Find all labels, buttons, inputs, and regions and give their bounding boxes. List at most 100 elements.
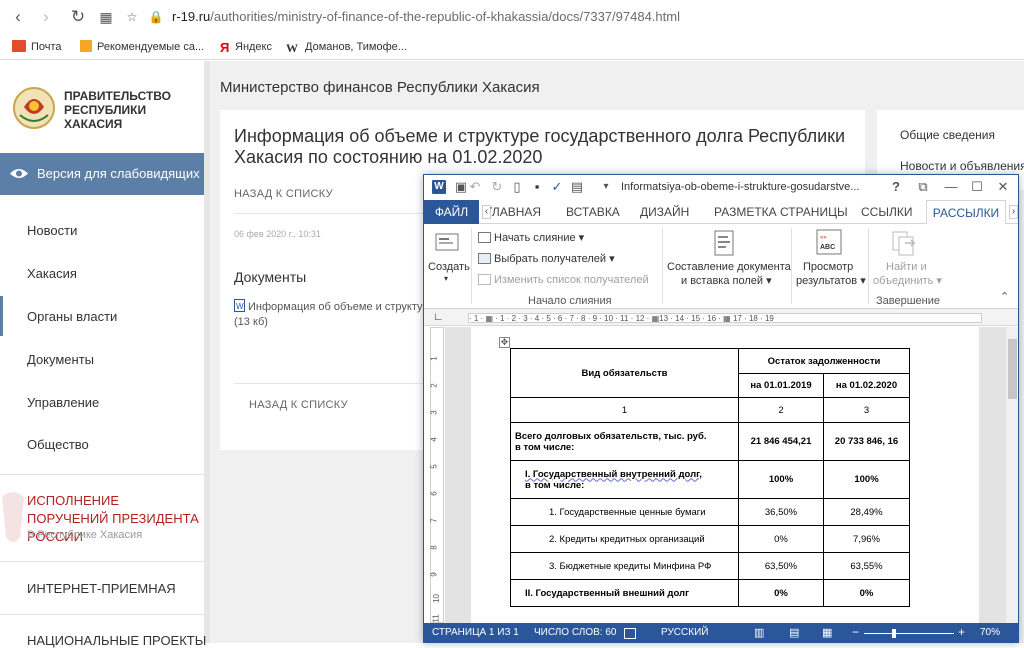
envelope-create-icon xyxy=(435,233,459,251)
create-button[interactable]: Создать xyxy=(428,261,470,273)
read-mode-icon[interactable]: ▥ xyxy=(754,626,764,639)
floppy-save-icon[interactable]: ▪ xyxy=(530,180,544,194)
forward-icon[interactable]: › xyxy=(36,7,56,27)
document-link[interactable]: W Информация об объеме и структу (13 кб) xyxy=(234,299,434,330)
back-icon[interactable]: ‹ xyxy=(8,7,28,27)
table-move-handle-icon[interactable]: ✥ xyxy=(499,337,510,348)
num-cell: 1 xyxy=(510,397,739,423)
sidebar-item-management[interactable]: Управление xyxy=(27,395,99,410)
header-kind: Вид обязательств xyxy=(510,348,739,398)
ribbon-separator xyxy=(791,228,792,304)
tab-home[interactable]: ГЛАВНАЯ xyxy=(490,205,545,219)
compose-button-line1[interactable]: Составление документа xyxy=(667,261,791,273)
compose-button-line2[interactable]: и вставка полей ▾ xyxy=(681,274,772,287)
back-to-list-link[interactable]: НАЗАД К СПИСКУ xyxy=(234,188,333,200)
right-menu-news[interactable]: Новости и объявления xyxy=(900,159,1024,173)
url-path: /authorities/ministry-of-finance-of-the-… xyxy=(210,9,680,24)
minimize-button[interactable]: — xyxy=(944,180,958,194)
edit-recipients-button[interactable]: Изменить список получателей xyxy=(478,274,649,286)
start-merge-icon xyxy=(478,232,491,243)
print-layout-icon[interactable]: ▤ xyxy=(789,626,799,639)
proofing-icon[interactable] xyxy=(624,628,636,639)
bookmark-yandex[interactable]: Я Яндекс xyxy=(220,39,272,55)
document-size: (13 кб) xyxy=(234,316,268,328)
president-orders-sub: В Республике Хакасия xyxy=(27,529,143,541)
vertical-scrollbar[interactable] xyxy=(1006,327,1018,623)
tab-insert[interactable]: ВСТАВКА xyxy=(566,205,620,219)
divider xyxy=(0,614,204,615)
row-label: II. Государственный внешний долг xyxy=(510,579,739,607)
row-label: 1. Государственные ценные бумаги xyxy=(510,498,739,526)
check-spelling-icon[interactable]: ✓ xyxy=(550,180,564,194)
status-zoom[interactable]: 70% xyxy=(980,627,1000,638)
coat-of-arms-icon[interactable] xyxy=(12,85,56,131)
ribbon-display-button[interactable]: ⧉ xyxy=(916,180,930,194)
reload-icon[interactable]: ↻ xyxy=(68,7,88,27)
logo-text[interactable]: ПРАВИТЕЛЬСТВО РЕСПУБЛИКИ ХАКАСИЯ xyxy=(64,89,194,131)
ribbon-separator xyxy=(471,228,472,304)
header-date-2: на 01.02.2020 xyxy=(823,373,910,398)
bookmark-domanov[interactable]: W Доманов, Тимофе... xyxy=(286,39,407,55)
address-bar[interactable]: r-19.ru/authorities/ministry-of-finance-… xyxy=(172,9,680,24)
collapse-ribbon-icon[interactable]: ⌃ xyxy=(1000,290,1009,303)
new-document-icon[interactable]: ▯ xyxy=(510,180,524,194)
tab-layout[interactable]: РАЗМЕТКА СТРАНИЦЫ xyxy=(714,205,848,219)
undo-icon[interactable]: ↶ xyxy=(468,180,482,194)
word-file-icon: W xyxy=(234,299,245,312)
web-layout-icon[interactable]: ▦ xyxy=(822,626,832,639)
accessible-version-button[interactable]: Версия для слабовидящих xyxy=(0,153,204,195)
group-finish: Завершение xyxy=(876,295,940,307)
lock-icon[interactable]: 🔒 xyxy=(146,7,166,27)
status-word-count[interactable]: ЧИСЛО СЛОВ: 60 xyxy=(534,627,616,638)
internet-reception-link[interactable]: ИНТЕРНЕТ-ПРИЕМНАЯ xyxy=(27,581,176,596)
save-icon[interactable]: ▣ xyxy=(454,180,468,194)
national-projects-link[interactable]: НАЦИОНАЛЬНЫЕ ПРОЕКТЫ xyxy=(27,633,206,648)
right-menu-general-info[interactable]: Общие сведения xyxy=(900,128,995,142)
scrollbar-thumb[interactable] xyxy=(1008,339,1017,399)
help-button[interactable]: ? xyxy=(889,180,903,194)
bookmark-recommended[interactable]: Рекомендуемые са... xyxy=(80,39,204,55)
ruler-scale[interactable]: · 1 · ▦ · 1 · 2 · 3 · 4 · 5 · 6 · 7 · 8 … xyxy=(468,313,982,323)
finish-button-line2[interactable]: объединить ▾ xyxy=(873,274,942,287)
close-button[interactable]: ✕ xyxy=(996,180,1010,194)
redo-icon[interactable]: ↻ xyxy=(490,180,504,194)
sidebar-item-authorities[interactable]: Органы власти xyxy=(27,309,117,324)
sidebar-item-khakassia[interactable]: Хакасия xyxy=(27,266,77,281)
sidebar-item-society[interactable]: Общество xyxy=(27,437,89,452)
bookmark-icon[interactable]: ☆ xyxy=(122,7,142,27)
finish-button-line1[interactable]: Найти и xyxy=(886,261,927,273)
bookmark-mail[interactable]: Почта xyxy=(12,39,62,55)
row-value-1: 0% xyxy=(738,525,824,553)
zoom-slider-thumb[interactable] xyxy=(892,629,896,638)
preview-button-line1[interactable]: Просмотр xyxy=(803,261,853,273)
write-insert-fields-icon xyxy=(714,230,734,256)
status-language[interactable]: РУССКИЙ xyxy=(661,627,708,638)
tab-stop-selector-icon[interactable]: ∟ xyxy=(433,311,444,323)
sidebar-item-documents[interactable]: Документы xyxy=(27,352,94,367)
word-window-title: Informatsiya-ob-obeme-i-strukture-gosuda… xyxy=(621,181,860,193)
zoom-in-button[interactable]: + xyxy=(958,625,965,639)
row-value-1: 21 846 454,21 xyxy=(738,422,824,461)
tab-references[interactable]: ССЫЛКИ xyxy=(861,205,912,219)
preview-button-line2[interactable]: результатов ▾ xyxy=(796,274,866,287)
tabs-scroll-right-icon[interactable]: › xyxy=(1009,205,1018,219)
tab-mailings[interactable]: РАССЫЛКИ xyxy=(926,200,1006,225)
create-dropdown-icon[interactable]: ▾ xyxy=(444,274,448,283)
header-date-1: на 01.01.2019 xyxy=(738,373,824,398)
start-merge-button[interactable]: Начать слияние ▾ xyxy=(478,231,584,244)
tab-file[interactable]: ФАЙЛ xyxy=(424,200,479,224)
accessible-version-label: Версия для слабовидящих xyxy=(37,166,200,181)
maximize-button[interactable]: ☐ xyxy=(970,180,984,194)
back-to-list-link-bottom[interactable]: НАЗАД К СПИСКУ xyxy=(249,399,348,411)
status-page[interactable]: СТРАНИЦА 1 ИЗ 1 xyxy=(432,627,519,638)
zoom-slider[interactable] xyxy=(864,629,954,638)
touch-mode-icon[interactable]: ▤ xyxy=(570,180,584,194)
word-app-icon[interactable]: W xyxy=(432,180,446,194)
tab-design[interactable]: ДИЗАЙН xyxy=(640,205,689,219)
apps-grid-icon[interactable]: ▦ xyxy=(96,7,116,27)
sidebar-scrollbar[interactable] xyxy=(204,61,210,643)
sidebar-item-news[interactable]: Новости xyxy=(27,223,77,238)
zoom-out-button[interactable]: − xyxy=(852,625,859,639)
select-recipients-button[interactable]: Выбрать получателей ▾ xyxy=(478,252,615,265)
customize-qat-icon[interactable]: ▾ xyxy=(599,180,613,194)
